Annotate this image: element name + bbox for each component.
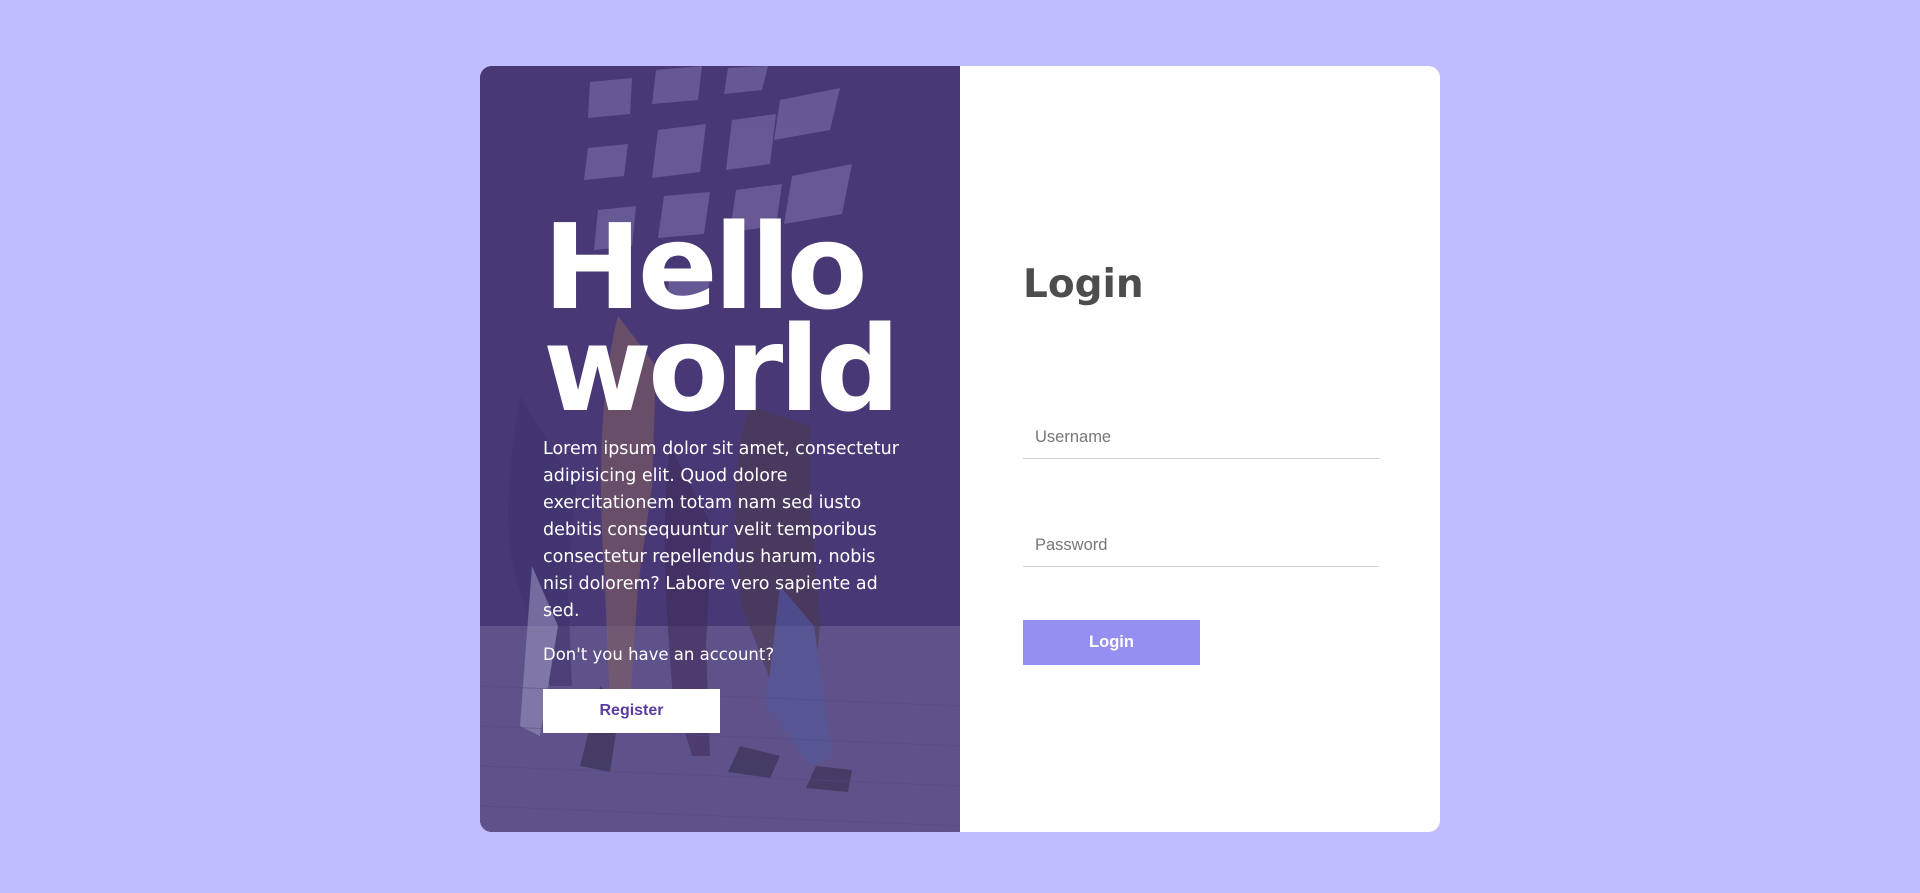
login-button[interactable]: Login: [1023, 620, 1200, 665]
hero-panel: Hello world Lorem ipsum dolor sit amet, …: [480, 66, 960, 832]
login-panel: Login Login: [960, 66, 1440, 832]
hero-title: Hello world: [543, 208, 913, 428]
register-button[interactable]: Register: [543, 689, 720, 733]
login-card: Hello world Lorem ipsum dolor sit amet, …: [480, 66, 1440, 832]
hero-content: Hello world Lorem ipsum dolor sit amet, …: [543, 208, 913, 733]
username-input[interactable]: [1023, 417, 1379, 459]
account-question: Don't you have an account?: [543, 645, 775, 664]
hero-description: Lorem ipsum dolor sit amet, consectetur …: [543, 439, 899, 621]
password-input[interactable]: [1023, 525, 1379, 567]
hero-title-line-2: world: [543, 300, 900, 438]
login-title: Login: [1023, 262, 1144, 307]
